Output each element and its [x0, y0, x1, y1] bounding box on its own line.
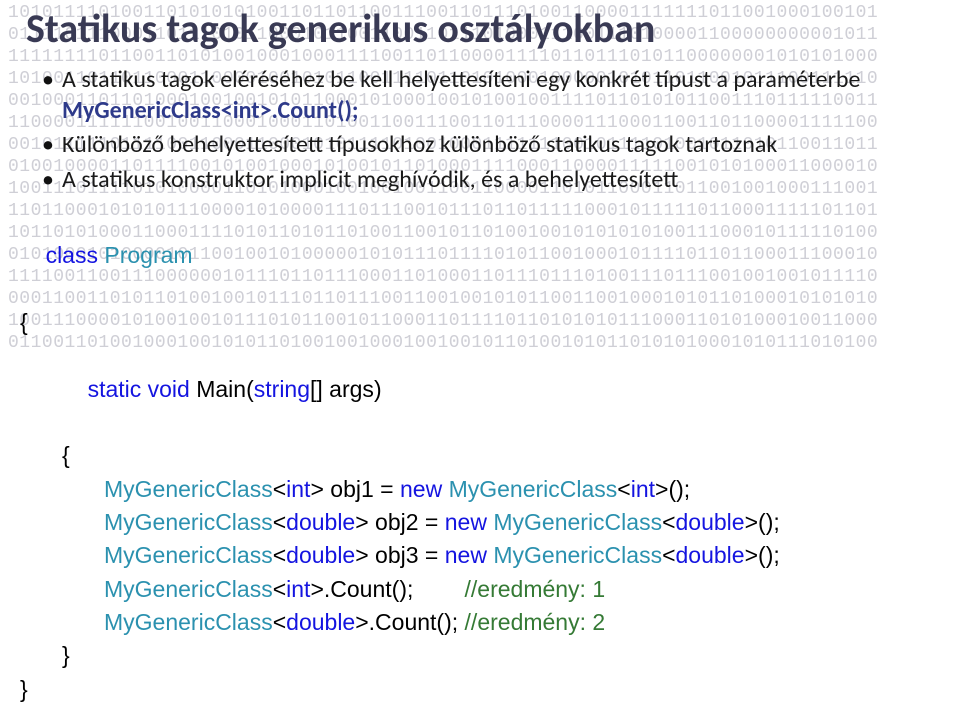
comment-1: //eredmény: 1: [465, 576, 606, 602]
gt-2: >: [355, 509, 368, 535]
bullet-list: A statikus tagok eléréséhez be kell hely…: [26, 65, 934, 196]
type-string: string: [254, 376, 310, 402]
bullet-1: A statikus tagok eléréséhez be kell hely…: [42, 65, 934, 126]
kw-new-3: new: [445, 542, 487, 568]
obj1-eq: obj1 =: [324, 476, 400, 502]
lt-4: <: [273, 576, 286, 602]
bullet-2-text: Különböző behelyettesített típusokhoz kü…: [62, 130, 777, 159]
lt-1b: <: [617, 476, 630, 502]
lparen-1: (: [246, 376, 254, 402]
slide-content: Statikus tagok generikus osztályokban A …: [0, 0, 960, 196]
code-line-count1: MyGenericClass<int>.Count(); //eredmény:…: [20, 573, 940, 606]
bullet-2: Különböző behelyettesített típusokhoz kü…: [42, 130, 934, 161]
cls-program: Program: [104, 242, 192, 268]
mgc-1: MyGenericClass: [104, 476, 273, 502]
comment-2: //eredmény: 2: [465, 609, 606, 635]
code-line-obj3: MyGenericClass<double> obj3 = new MyGene…: [20, 539, 940, 572]
kw-class: class: [46, 242, 98, 268]
end-1: ();: [668, 476, 690, 502]
t-int-1: int: [286, 476, 310, 502]
gt-1b: >: [655, 476, 668, 502]
method-main: Main: [196, 376, 246, 402]
code-block: class Program { static void Main(string[…: [0, 200, 960, 706]
brace-close-2: }: [20, 639, 940, 672]
t-dbl-2: double: [286, 509, 355, 535]
mgc-3b: MyGenericClass: [493, 542, 662, 568]
mgc-1b: MyGenericClass: [449, 476, 618, 502]
mgc-2b: MyGenericClass: [493, 509, 662, 535]
lt-3: <: [273, 542, 286, 568]
t-dbl-5: double: [286, 609, 355, 635]
kw-static: static: [88, 376, 142, 402]
lt-2: <: [273, 509, 286, 535]
mgc-5: MyGenericClass: [104, 609, 273, 635]
obj2-eq: obj2 =: [369, 509, 445, 535]
t-int-4: int: [286, 576, 310, 602]
count-2: .Count();: [369, 609, 458, 635]
mgc-4: MyGenericClass: [104, 576, 273, 602]
brace-close-1: }: [20, 673, 940, 706]
bullet-1-code: MyGenericClass<int>.Count();: [62, 96, 359, 125]
gt-1: >: [310, 476, 323, 502]
brace-open-1: {: [20, 306, 940, 339]
lt-3b: <: [662, 542, 675, 568]
code-line-obj1: MyGenericClass<int> obj1 = new MyGeneric…: [20, 473, 940, 506]
bullet-3: A statikus konstruktor implicit meghívód…: [42, 165, 934, 196]
end-3: ();: [758, 542, 780, 568]
gt-5: >: [355, 609, 368, 635]
lt-5: <: [273, 609, 286, 635]
page-title: Statikus tagok generikus osztályokban: [26, 0, 934, 59]
kw-void: void: [148, 376, 190, 402]
count-1: .Count();: [324, 576, 413, 602]
rparen-1: ): [374, 376, 382, 402]
param-args: [] args: [310, 376, 374, 402]
lt-2b: <: [662, 509, 675, 535]
code-line-obj2: MyGenericClass<double> obj2 = new MyGene…: [20, 506, 940, 539]
t-dbl-2b: double: [676, 509, 745, 535]
gt-3b: >: [745, 542, 758, 568]
t-dbl-3: double: [286, 542, 355, 568]
gt-3: >: [355, 542, 368, 568]
t-dbl-3b: double: [676, 542, 745, 568]
code-line-count2: MyGenericClass<double>.Count(); //eredmé…: [20, 606, 940, 639]
bullet-3-text: A statikus konstruktor implicit meghívód…: [62, 165, 678, 194]
mgc-3: MyGenericClass: [104, 542, 273, 568]
gt-4: >: [310, 576, 323, 602]
t-int-1b: int: [631, 476, 655, 502]
obj3-eq: obj3 =: [369, 542, 445, 568]
lt-1: <: [273, 476, 286, 502]
mgc-2: MyGenericClass: [104, 509, 273, 535]
end-2: ();: [758, 509, 780, 535]
kw-new-2: new: [445, 509, 487, 535]
gt-2b: >: [745, 509, 758, 535]
kw-new-1: new: [400, 476, 442, 502]
gap-1: [413, 576, 464, 602]
brace-open-2: {: [20, 439, 940, 472]
bullet-1-text: A statikus tagok eléréséhez be kell hely…: [62, 65, 860, 94]
